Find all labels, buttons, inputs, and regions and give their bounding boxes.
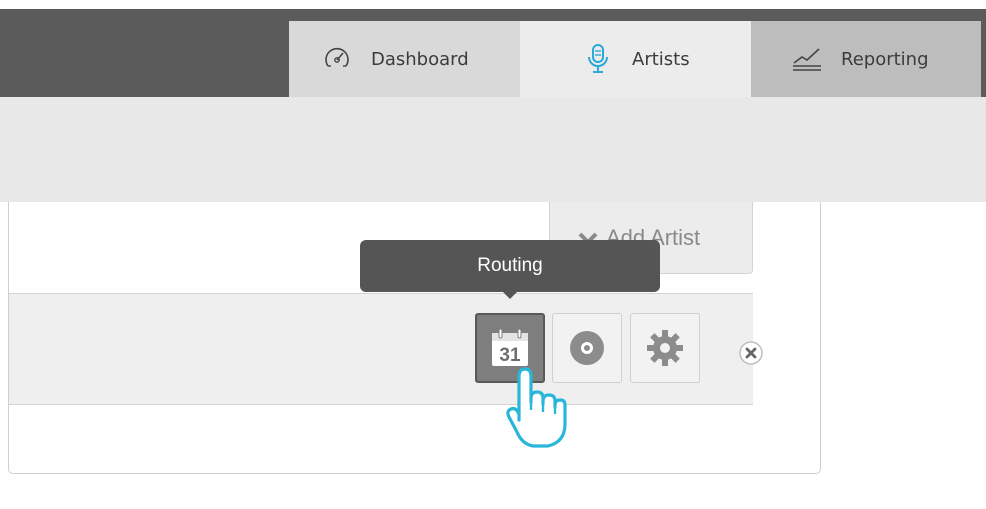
tab-reporting-label: Reporting [841,48,929,70]
tab-artists-label: Artists [632,48,690,70]
sub-toolbar [0,97,986,202]
routing-tooltip: Routing [360,240,660,292]
tab-dashboard[interactable]: Dashboard [289,21,520,97]
line-chart-icon [791,43,823,75]
settings-button[interactable] [630,313,700,383]
tab-dashboard-label: Dashboard [371,48,469,70]
tooltip-arrow [502,291,518,299]
remove-artist-button[interactable] [736,338,766,368]
gear-icon [647,330,683,366]
record-disc-icon [570,331,604,365]
hand-pointer-cursor-icon [506,367,567,448]
close-circle-icon [739,341,763,365]
tooltip-text: Routing [477,255,543,276]
microphone-icon [582,43,614,75]
tab-reporting[interactable]: Reporting [751,21,981,97]
tab-artists[interactable]: Artists [520,21,751,97]
speedometer-icon [321,43,353,75]
